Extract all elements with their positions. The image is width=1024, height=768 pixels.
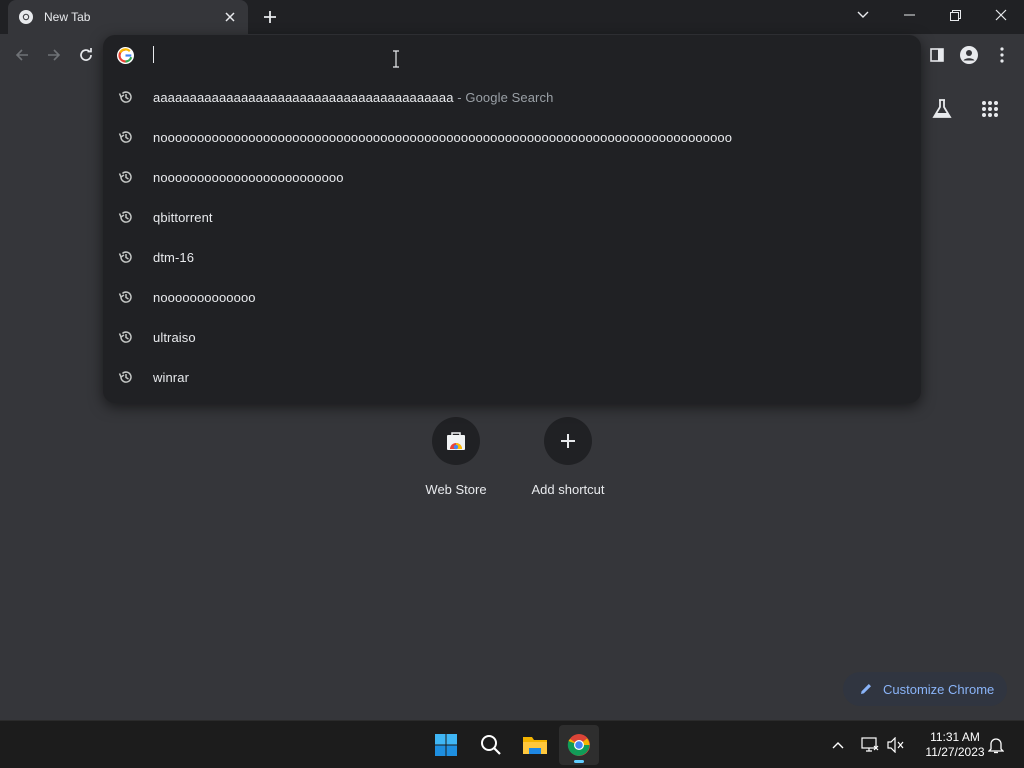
active-app-indicator bbox=[574, 760, 584, 763]
title-bar: New Tab bbox=[0, 0, 1024, 34]
suggestion-item[interactable]: nooooooooooooooooooooooooooooooooooooooo… bbox=[103, 117, 921, 157]
suggestion-text: qbittorrent bbox=[153, 209, 213, 225]
customize-chrome-label: Customize Chrome bbox=[883, 681, 995, 697]
tab-close-icon[interactable] bbox=[222, 9, 238, 25]
profile-icon[interactable] bbox=[957, 43, 981, 67]
chrome-favicon-icon bbox=[18, 9, 34, 25]
google-g-icon bbox=[117, 47, 134, 64]
suggestion-text: nooooooooooooooooooooooooo bbox=[153, 169, 344, 185]
tab-title: New Tab bbox=[44, 10, 91, 24]
suggestion-item[interactable]: dtm-16 bbox=[103, 237, 921, 277]
suggestion-description: - Google Search bbox=[453, 89, 554, 105]
pencil-icon bbox=[859, 682, 873, 696]
address-bar-input[interactable] bbox=[103, 35, 921, 75]
suggestion-item[interactable]: ultraiso bbox=[103, 317, 921, 357]
suggestion-item[interactable]: qbittorrent bbox=[103, 197, 921, 237]
taskbar-search-icon[interactable] bbox=[471, 725, 511, 765]
customize-chrome-button[interactable]: Customize Chrome bbox=[843, 672, 1007, 706]
history-icon bbox=[118, 209, 134, 225]
show-hidden-icons-chevron-icon[interactable] bbox=[828, 735, 848, 755]
shortcut-web-store[interactable]: Web Store bbox=[400, 417, 512, 497]
omnibox-dropdown: aaaaaaaaaaaaaaaaaaaaaaaaaaaaaaaaaaaaaaaa… bbox=[103, 35, 921, 403]
text-caret bbox=[153, 46, 154, 63]
suggestion-text: nooooooooooooo bbox=[153, 289, 256, 305]
suggestion-text: ultraiso bbox=[153, 329, 196, 345]
google-apps-grid-icon[interactable] bbox=[976, 95, 1004, 123]
mouse-ibeam-cursor-icon bbox=[391, 50, 401, 68]
file-explorer-icon[interactable] bbox=[515, 725, 555, 765]
back-icon[interactable] bbox=[10, 43, 34, 67]
minimize-icon[interactable] bbox=[886, 0, 932, 30]
tab-new-tab[interactable]: New Tab bbox=[8, 0, 248, 34]
menu-kebab-icon[interactable] bbox=[990, 43, 1014, 67]
history-icon bbox=[118, 369, 134, 385]
plus-icon bbox=[544, 417, 592, 465]
history-icon bbox=[118, 129, 134, 145]
windows-start-icon[interactable] bbox=[426, 725, 466, 765]
history-icon bbox=[118, 289, 134, 305]
history-icon bbox=[118, 89, 134, 105]
restore-icon[interactable] bbox=[932, 0, 978, 30]
suggestion-text: aaaaaaaaaaaaaaaaaaaaaaaaaaaaaaaaaaaaaaaa… bbox=[153, 89, 454, 105]
volume-muted-icon[interactable] bbox=[886, 735, 906, 755]
new-tab-plus-icon[interactable] bbox=[258, 6, 282, 28]
suggestion-item[interactable]: nooooooooooooooooooooooooo bbox=[103, 157, 921, 197]
web-store-icon bbox=[432, 417, 480, 465]
close-window-icon[interactable] bbox=[978, 0, 1024, 30]
suggestion-text: dtm-16 bbox=[153, 249, 195, 265]
reload-icon[interactable] bbox=[74, 43, 98, 67]
suggestion-item[interactable]: nooooooooooooo bbox=[103, 277, 921, 317]
suggestion-text: nooooooooooooooooooooooooooooooooooooooo… bbox=[153, 129, 733, 145]
chrome-taskbar-icon[interactable] bbox=[559, 725, 599, 765]
labs-flask-icon[interactable] bbox=[928, 95, 956, 123]
taskbar: 11:31 AM 11/27/2023 bbox=[0, 720, 1024, 768]
tab-search-chevron-icon[interactable] bbox=[840, 0, 886, 30]
history-icon bbox=[118, 169, 134, 185]
side-panel-icon[interactable] bbox=[925, 43, 949, 67]
network-icon[interactable] bbox=[860, 735, 880, 755]
suggestion-item[interactable]: aaaaaaaaaaaaaaaaaaaaaaaaaaaaaaaaaaaaaaaa… bbox=[103, 77, 921, 117]
history-icon bbox=[118, 249, 134, 265]
history-icon bbox=[118, 329, 134, 345]
shortcut-label: Web Store bbox=[425, 482, 487, 497]
notification-bell-icon[interactable] bbox=[986, 735, 1006, 755]
suggestion-item[interactable]: winrar bbox=[103, 357, 921, 397]
shortcut-label: Add shortcut bbox=[531, 482, 605, 497]
suggestion-text: winrar bbox=[153, 369, 189, 385]
shortcut-add[interactable]: Add shortcut bbox=[512, 417, 624, 497]
forward-icon[interactable] bbox=[42, 43, 66, 67]
